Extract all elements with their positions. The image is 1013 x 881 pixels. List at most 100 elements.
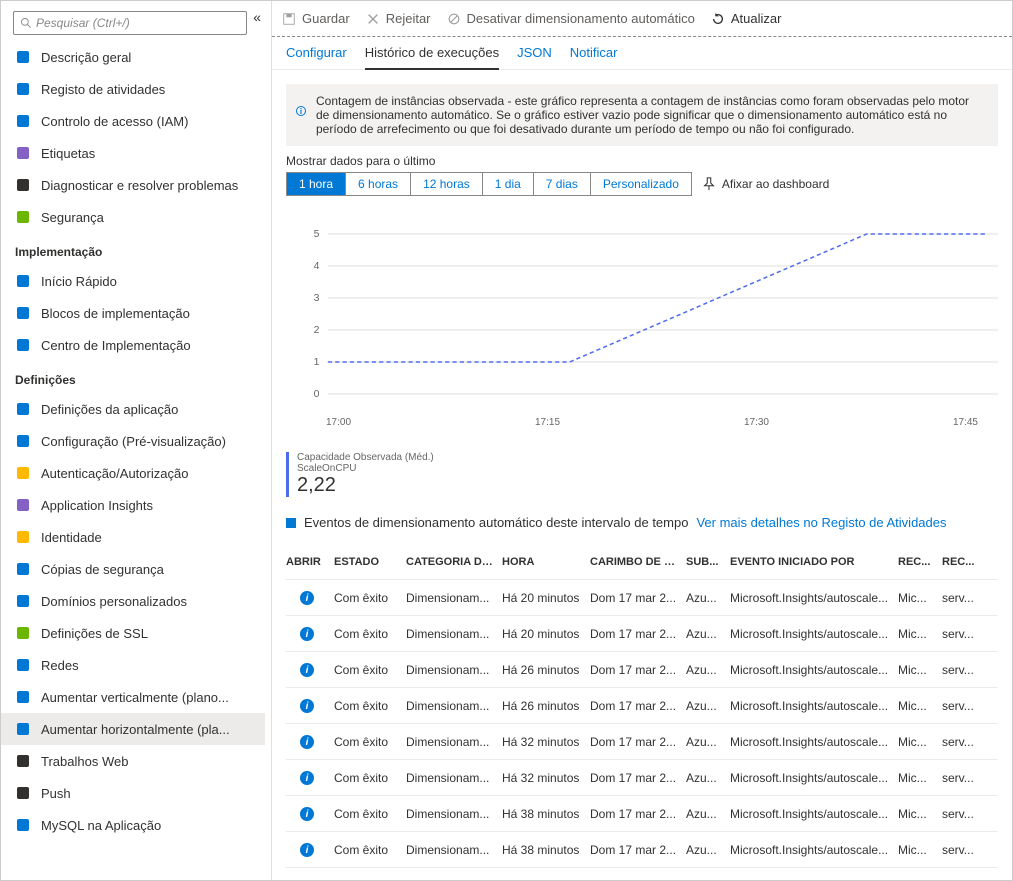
save-button[interactable]: Guardar [282,11,350,26]
sidebar-item[interactable]: Centro de Implementação [1,329,265,361]
sidebar-item[interactable]: Cópias de segurança [1,553,265,585]
sidebar-item[interactable]: Descrição geral [1,41,265,73]
sidebar-item[interactable]: Aumentar verticalmente (plano... [1,681,265,713]
sidebar-item[interactable]: Push [1,777,265,809]
table-row[interactable]: i Com êxitoDimensionam...Há 38 minutosDo… [286,832,998,868]
instances-chart: 012345 17:0017:1517:3017:45 [286,214,998,444]
deploy-icon [15,337,31,353]
refresh-button[interactable]: Atualizar [711,11,782,26]
svg-text:5: 5 [314,229,320,240]
info-badge-icon: i [300,843,314,857]
reject-button[interactable]: Rejeitar [366,11,431,26]
range-label: Mostrar dados para o último [286,154,998,168]
mysql-icon [15,817,31,833]
domain-icon [15,593,31,609]
config-icon [15,433,31,449]
sidebar-item[interactable]: Início Rápido [1,265,265,297]
sidebar-item[interactable]: Diagnosticar e resolver problemas [1,169,265,201]
search-placeholder: Pesquisar (Ctrl+/) [36,16,130,30]
tab-historico[interactable]: Histórico de execuções [365,45,499,70]
sidebar-item-label: Application Insights [41,498,153,513]
table-header[interactable]: REC... [898,556,942,568]
sidebar-item-label: Push [41,786,71,801]
search-icon [20,17,32,29]
metric-label: Capacidade Observada (Méd.) [297,452,998,463]
time-range-segmented: 1 hora6 horas12 horas1 dia7 diasPersonal… [286,172,692,196]
collapse-section-icon[interactable] [286,518,296,528]
sidebar-item[interactable]: Segurança [1,201,265,233]
sidebar-item[interactable]: MySQL na Aplicação [1,809,265,841]
table-header[interactable]: HORA [502,556,590,568]
table-row[interactable]: i Com êxitoDimensionam...Há 26 minutosDo… [286,652,998,688]
sidebar-item[interactable]: Registo de atividades [1,73,265,105]
table-row[interactable]: i Com êxitoDimensionam...Há 26 minutosDo… [286,688,998,724]
sidebar-item[interactable]: Definições de SSL [1,617,265,649]
sidebar-item[interactable]: Domínios personalizados [1,585,265,617]
table-row[interactable]: i Com êxitoDimensionam...Há 20 minutosDo… [286,580,998,616]
svg-text:4: 4 [314,261,320,272]
pin-icon [702,177,716,191]
key-icon [15,465,31,481]
sidebar-item[interactable]: Definições da aplicação [1,393,265,425]
table-header[interactable]: CARIMBO DE D... [590,556,686,568]
table-row[interactable]: i Com êxitoDimensionam...Há 38 minutosDo… [286,796,998,832]
sidebar-item-label: Início Rápido [41,274,117,289]
x-tick: 17:45 [953,417,978,428]
table-header[interactable]: CATEGORIA DE... [406,556,502,568]
sidebar-item[interactable]: Redes [1,649,265,681]
svg-text:1: 1 [314,357,320,368]
x-tick: 17:30 [744,417,769,428]
range-option[interactable]: 1 hora [287,173,346,195]
range-option[interactable]: 7 dias [534,173,591,195]
table-row[interactable]: i Com êxitoDimensionam...Há 32 minutosDo… [286,760,998,796]
tab-configurar[interactable]: Configurar [286,45,347,69]
tab-notificar[interactable]: Notificar [570,45,618,69]
sidebar-item[interactable]: Aumentar horizontalmente (pla... [1,713,265,745]
table-row[interactable]: i Com êxitoDimensionam...Há 32 minutosDo… [286,724,998,760]
disable-autoscale-button[interactable]: Desativar dimensionamento automático [447,11,695,26]
sidebar-item[interactable]: Trabalhos Web [1,745,265,777]
table-row[interactable]: i Com êxitoDimensionam...Há 20 minutosDo… [286,616,998,652]
net-icon [15,657,31,673]
sidebar-item-label: Autenticação/Autorização [41,466,188,481]
table-header[interactable]: ESTADO [334,556,406,568]
range-option[interactable]: Personalizado [591,173,691,195]
sidebar-item-label: Trabalhos Web [41,754,128,769]
table-header[interactable]: EVENTO INICIADO POR [730,556,898,568]
range-option[interactable]: 6 horas [346,173,411,195]
info-text: Contagem de instâncias observada - este … [316,94,969,136]
table-header[interactable]: ABRIR [286,556,334,568]
pin-dashboard-button[interactable]: Afixar ao dashboard [702,177,829,191]
table-header[interactable]: SUB... [686,556,730,568]
activity-log-link[interactable]: Ver mais detalhes no Registo de Atividad… [696,515,946,530]
sidebar-item[interactable]: Configuração (Pré-visualização) [1,425,265,457]
sidebar-item[interactable]: Blocos de implementação [1,297,265,329]
bulb-icon [15,497,31,513]
table-header[interactable]: REC... [942,556,986,568]
collapse-sidebar-icon[interactable]: « [251,9,259,25]
shield-icon [15,209,31,225]
webjobs-icon [15,753,31,769]
sidebar: Pesquisar (Ctrl+/) « Descrição geralRegi… [1,1,272,880]
svg-text:2: 2 [314,325,320,336]
tag-icon [15,145,31,161]
tab-json[interactable]: JSON [517,45,552,69]
tools-icon [15,177,31,193]
events-table: ABRIRESTADOCATEGORIA DE...HORACARIMBO DE… [286,544,998,868]
nav-group-implementacao: Implementação [1,233,265,265]
range-option[interactable]: 12 horas [411,173,483,195]
sidebar-item[interactable]: Autenticação/Autorização [1,457,265,489]
sidebar-scroll[interactable]: Descrição geralRegisto de atividadesCont… [1,41,271,880]
sidebar-item[interactable]: Identidade [1,521,265,553]
sidebar-item[interactable]: Controlo de acesso (IAM) [1,105,265,137]
main-pane: Guardar Rejeitar Desativar dimensionamen… [272,1,1012,880]
content-scroll[interactable]: i Contagem de instâncias observada - est… [272,70,1012,880]
info-badge-icon: i [300,735,314,749]
sidebar-item-label: Identidade [41,530,102,545]
sidebar-item-label: Blocos de implementação [41,306,190,321]
sidebar-item[interactable]: Etiquetas [1,137,265,169]
range-option[interactable]: 1 dia [483,173,534,195]
sidebar-item[interactable]: Application Insights [1,489,265,521]
sidebar-item-label: Centro de Implementação [41,338,191,353]
search-input[interactable]: Pesquisar (Ctrl+/) [13,11,247,35]
